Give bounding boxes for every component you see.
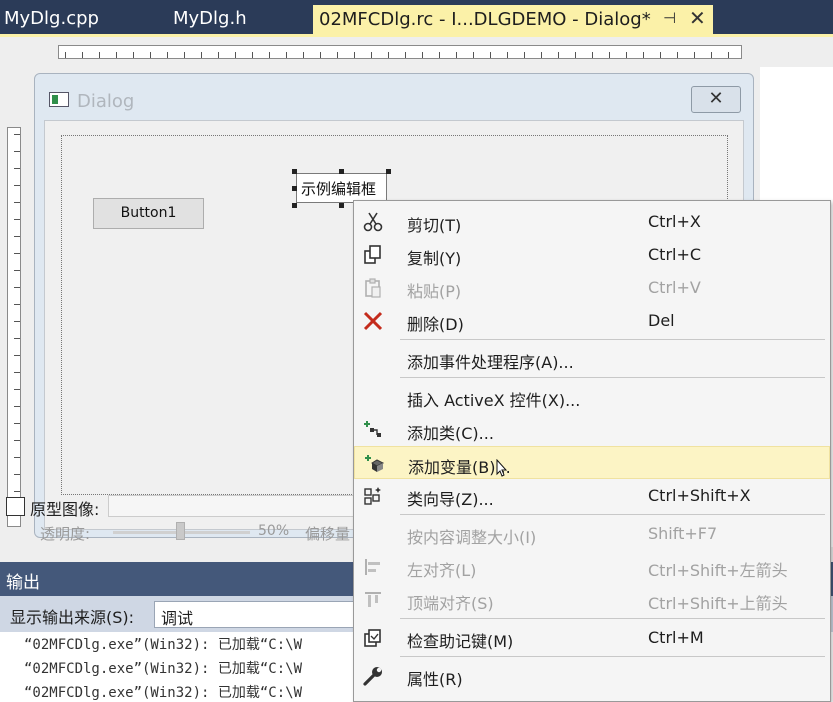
- prototype-image-checkbox[interactable]: [6, 497, 25, 516]
- add-class-icon: [362, 419, 384, 441]
- menu-item-delete[interactable]: 删除(D) Del: [354, 304, 830, 337]
- opacity-slider-thumb[interactable]: [176, 522, 185, 540]
- menu-item-paste[interactable]: 粘贴(P) Ctrl+V: [354, 271, 830, 304]
- resize-handle[interactable]: [386, 169, 391, 174]
- menu-separator: [400, 339, 825, 340]
- output-line: “02MFCDlg.exe”(Win32): 已加载“C:\W: [24, 637, 303, 653]
- menu-item-label: 左对齐(L): [407, 561, 477, 580]
- copy-icon: [362, 244, 384, 266]
- menu-item-label: 按内容调整大小(I): [407, 528, 537, 547]
- menu-item-align-top[interactable]: 顶端对齐(S) Ctrl+Shift+上箭头: [354, 583, 830, 616]
- mouse-cursor: [494, 458, 510, 483]
- menu-item-shortcut: Del: [648, 311, 675, 330]
- menu-item-label: 粘贴(P): [407, 282, 462, 301]
- menu-separator: [400, 377, 825, 378]
- tab-mydlg-h[interactable]: MyDlg.h: [173, 8, 247, 34]
- paste-icon: [362, 277, 384, 299]
- resize-handle[interactable]: [292, 203, 297, 208]
- menu-item-label: 检查助记键(M): [407, 632, 514, 651]
- resize-handle[interactable]: [292, 169, 297, 174]
- opacity-label: 透明度:: [40, 525, 91, 543]
- delete-x-icon: [362, 310, 384, 332]
- menu-item-label: 顶端对齐(S): [407, 594, 494, 613]
- class-wizard-icon: [362, 485, 384, 507]
- resize-handle[interactable]: [339, 203, 344, 208]
- menu-item-shortcut: Ctrl+V: [648, 278, 701, 297]
- close-icon[interactable]: ✕: [689, 6, 706, 30]
- menu-separator: [400, 618, 825, 619]
- context-menu: 剪切(T) Ctrl+X 复制(Y) Ctrl+C 粘贴(P) Ctrl+V 删…: [353, 200, 831, 702]
- menu-item-align-left[interactable]: 左对齐(L) Ctrl+Shift+左箭头: [354, 550, 830, 583]
- resize-handle[interactable]: [339, 169, 344, 174]
- menu-item-label: 剪切(T): [407, 216, 462, 235]
- menu-item-label: 类向导(Z)...: [407, 490, 494, 509]
- output-line: “02MFCDlg.exe”(Win32): 已加载“C:\W: [24, 661, 303, 677]
- dialog-title: Dialog: [77, 91, 135, 112]
- align-top-icon: [362, 589, 384, 611]
- menu-item-class-wizard[interactable]: 类向导(Z)... Ctrl+Shift+X: [354, 479, 830, 512]
- output-line: “02MFCDlg.exe”(Win32): 已加载“C:\W: [24, 685, 303, 701]
- dialog-close-button[interactable]: ✕: [691, 86, 741, 113]
- menu-separator: [400, 656, 825, 657]
- button1-control[interactable]: Button1: [93, 198, 204, 229]
- add-variable-icon: [363, 453, 385, 475]
- edit-box-control[interactable]: 示例编辑框: [296, 173, 387, 203]
- align-left-icon: [362, 556, 384, 578]
- dialog-window-icon: [49, 92, 69, 107]
- menu-separator: [400, 514, 825, 515]
- menu-item-shortcut: Ctrl+Shift+左箭头: [648, 561, 788, 580]
- menu-item-add-class[interactable]: 添加类(C)...: [354, 413, 830, 446]
- menu-item-shortcut: Ctrl+C: [648, 245, 702, 264]
- menu-item-copy[interactable]: 复制(Y) Ctrl+C: [354, 238, 830, 271]
- menu-item-size-to-content[interactable]: 按内容调整大小(I) Shift+F7: [354, 517, 830, 550]
- scissors-icon: [362, 211, 384, 233]
- tab-dialog-resource[interactable]: 02MFCDlg.rc - I...DLGDEMO - Dialog* ⊣ ✕: [313, 5, 713, 37]
- check-mnemonics-icon: [362, 627, 384, 649]
- menu-item-label: 添加事件处理程序(A)...: [407, 353, 574, 372]
- output-source-select[interactable]: 调试: [154, 601, 364, 628]
- menu-item-cut[interactable]: 剪切(T) Ctrl+X: [354, 205, 830, 238]
- menu-item-shortcut: Ctrl+X: [648, 212, 701, 231]
- menu-item-shortcut: Shift+F7: [648, 524, 718, 543]
- menu-item-label: 属性(R): [407, 670, 463, 689]
- prototype-image-path-field[interactable]: [108, 495, 368, 517]
- opacity-value: 50%: [258, 523, 290, 539]
- menu-item-shortcut: Ctrl+Shift+上箭头: [648, 594, 788, 613]
- menu-item-label: 添加类(C)...: [407, 424, 494, 443]
- menu-item-shortcut: Ctrl+M: [648, 628, 704, 647]
- horizontal-ruler[interactable]: [58, 45, 742, 59]
- menu-item-label: 删除(D): [407, 315, 464, 334]
- wrench-icon: [362, 665, 384, 687]
- tab-mydlg-cpp[interactable]: MyDlg.cpp: [4, 8, 99, 34]
- menu-item-check-mnemonics[interactable]: 检查助记键(M) Ctrl+M: [354, 621, 830, 654]
- resize-handle[interactable]: [292, 186, 297, 191]
- menu-item-label: 复制(Y): [407, 249, 462, 268]
- document-tab-bar: MyDlg.cpp MyDlg.h 02MFCDlg.rc - I...DLGD…: [0, 0, 833, 37]
- menu-item-shortcut: Ctrl+Shift+X: [648, 486, 751, 505]
- pin-icon[interactable]: ⊣: [663, 9, 676, 27]
- menu-item-label: 插入 ActiveX 控件(X)...: [407, 391, 581, 410]
- vertical-ruler[interactable]: [7, 127, 21, 527]
- prototype-image-label: 原型图像:: [30, 500, 100, 519]
- tab-dialog-resource-label: 02MFCDlg.rc - I...DLGDEMO - Dialog*: [319, 9, 651, 30]
- output-source-label: 显示输出来源(S):: [10, 608, 135, 627]
- menu-item-insert-activex[interactable]: 插入 ActiveX 控件(X)...: [354, 380, 830, 413]
- menu-item-add-variable[interactable]: 添加变量(B)...: [354, 446, 830, 479]
- offset-label: 偏移量: [305, 525, 351, 543]
- menu-item-properties[interactable]: 属性(R): [354, 659, 830, 692]
- menu-item-add-event-handler[interactable]: 添加事件处理程序(A)...: [354, 342, 830, 375]
